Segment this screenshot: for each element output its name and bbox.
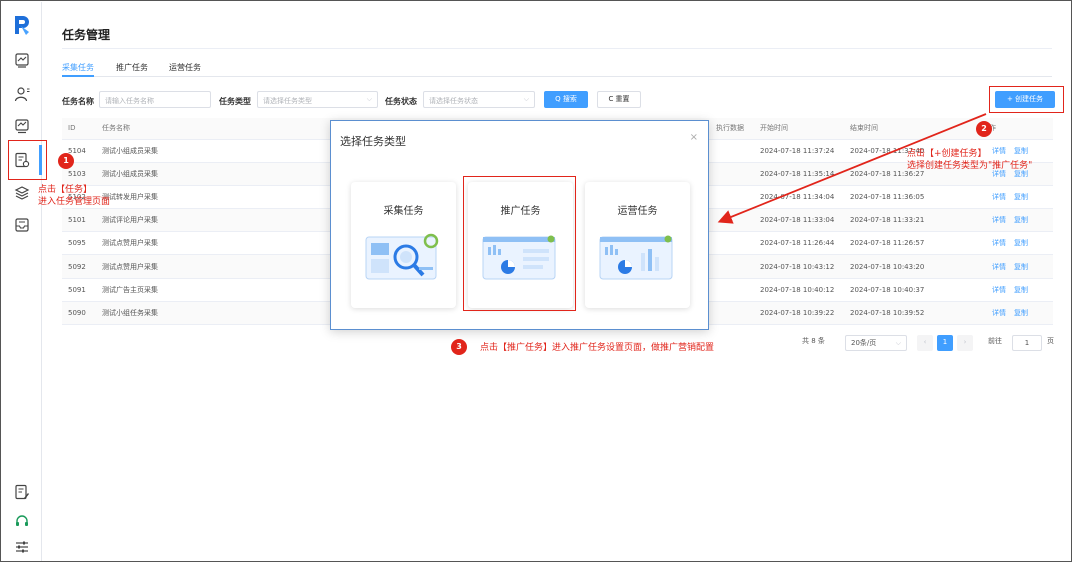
step3-badge: 3 (451, 339, 467, 355)
annotation-arrow (717, 113, 987, 224)
step3-text: 点击【推广任务】进入推广任务设置页面，做推广营销配置 (480, 343, 715, 353)
app-window: 任务管理 采集任务 推广任务 运营任务 任务名称 请输入任务名称 任务类型 请选… (0, 0, 1072, 562)
